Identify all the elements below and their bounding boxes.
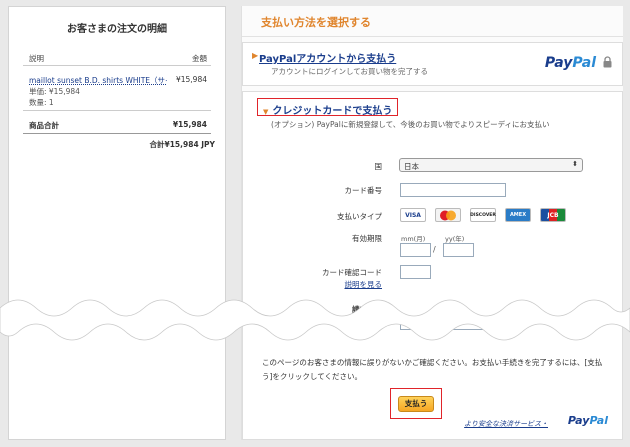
order-summary-title: お客さまの注文の明細 [67, 24, 167, 35]
order-item-price: ¥15,984 [175, 75, 207, 84]
cvv-help-link[interactable]: 説明を見る [282, 279, 383, 290]
paypal-logo: PayPal [545, 55, 596, 71]
contact-section-label: 請求情報 [352, 305, 382, 314]
col-amount: 金額 [192, 54, 207, 63]
paypal-logo-pal: Pal [572, 55, 596, 71]
credit-card-heading[interactable]: ▼ クレジットカードで支払う [257, 98, 399, 117]
discover-icon: DISCOVER [470, 208, 496, 222]
pay-button[interactable]: 支払う [398, 395, 434, 412]
secure-paypal-logo: PayPal [568, 414, 608, 427]
paypal-logo-pay: Pay [544, 55, 573, 71]
expiry-label: 有効期限 [352, 234, 382, 243]
card-number-input[interactable] [400, 183, 506, 197]
expiry-year-hint: yy(年) [445, 235, 465, 243]
country-select-value: 日本 [404, 162, 419, 171]
amex-icon: AMEX [505, 208, 531, 222]
credit-card-description: (オプション) PayPalに新規登録して、今後のお買い物でよりスピーディにお支… [271, 120, 550, 129]
credit-card-option: ▼ クレジットカードで支払う (オプション) PayPalに新規登録して、今後のお… [242, 91, 623, 440]
paypal-login-link[interactable]: PayPalアカウントから支払う [259, 50, 396, 65]
country-label: 国 [374, 162, 383, 171]
grand-total: 合計¥15,984 JPY [149, 140, 216, 149]
secure-payment-link[interactable]: より安全な決済サービス・ [464, 419, 548, 429]
subtotal-label: 商品合計 [29, 121, 59, 130]
subtotal-value: ¥15,984 [172, 120, 207, 129]
cvv-input[interactable] [400, 265, 431, 279]
checkout-screen: お客さまの注文の明細 説明 金額 maillot sunset B.D. shi… [0, 0, 630, 447]
col-description: 説明 [29, 54, 44, 63]
payment-title: 支払い方法を選択する [261, 16, 371, 29]
expiry-month-hint: mm(月) [401, 235, 426, 243]
order-item-row: maillot sunset B.D. shirts WHITE（サイ... ¥… [23, 71, 211, 111]
card-number-label: カード番号 [344, 186, 383, 195]
order-item-quantity: 数量: 1 [29, 98, 54, 107]
order-item-name-link[interactable]: maillot sunset B.D. shirts WHITE（サイ... [29, 75, 167, 86]
caret-right-icon: ▶ [252, 51, 259, 60]
surname-input[interactable] [400, 316, 506, 330]
order-item-unit-price: 単価: ¥15,984 [29, 87, 80, 96]
country-select[interactable]: 日本 ⬍ [399, 158, 583, 172]
caret-down-icon: ▼ [263, 108, 269, 116]
secure-paypal-logo-pay: Pay [567, 414, 590, 427]
divider [242, 36, 623, 37]
confirmation-notice: このページのお客さまの情報に誤りがないかご確認ください。お支払い手続きを完了する… [262, 358, 603, 381]
jcb-icon: JCB [540, 208, 566, 222]
mastercard-icon [435, 208, 461, 222]
credit-card-heading-label: クレジットカードで支払う [272, 106, 393, 117]
select-arrows-icon: ⬍ [572, 160, 578, 168]
card-type-list: VISA DISCOVER AMEX JCB [400, 208, 566, 222]
subtotal-row: 商品合計 ¥15,984 [23, 116, 211, 134]
expiry-year-input[interactable] [443, 243, 474, 257]
pay-button-highlight: 支払う [390, 388, 442, 419]
visa-icon: VISA [400, 208, 426, 222]
paypal-option[interactable]: ▶ PayPalアカウントから支払う アカウントにログインしてお買い物を完了する… [242, 42, 623, 86]
order-summary-panel: お客さまの注文の明細 説明 金額 maillot sunset B.D. shi… [8, 6, 226, 440]
card-type-label: 支払いタイプ [337, 212, 382, 221]
order-table-header: 説明 金額 [23, 48, 211, 66]
expiry-separator: / [433, 245, 436, 254]
expiry-month-input[interactable] [400, 243, 431, 257]
surname-label: 姓 [374, 319, 383, 328]
lock-icon [603, 56, 612, 68]
payment-panel: 支払い方法を選択する ▶ PayPalアカウントから支払う アカウントにログイン… [241, 6, 623, 440]
cvv-label: カード確認コード [322, 268, 382, 277]
paypal-option-description: アカウントにログインしてお買い物を完了する [271, 67, 429, 76]
secure-paypal-logo-pal: Pal [589, 414, 608, 427]
